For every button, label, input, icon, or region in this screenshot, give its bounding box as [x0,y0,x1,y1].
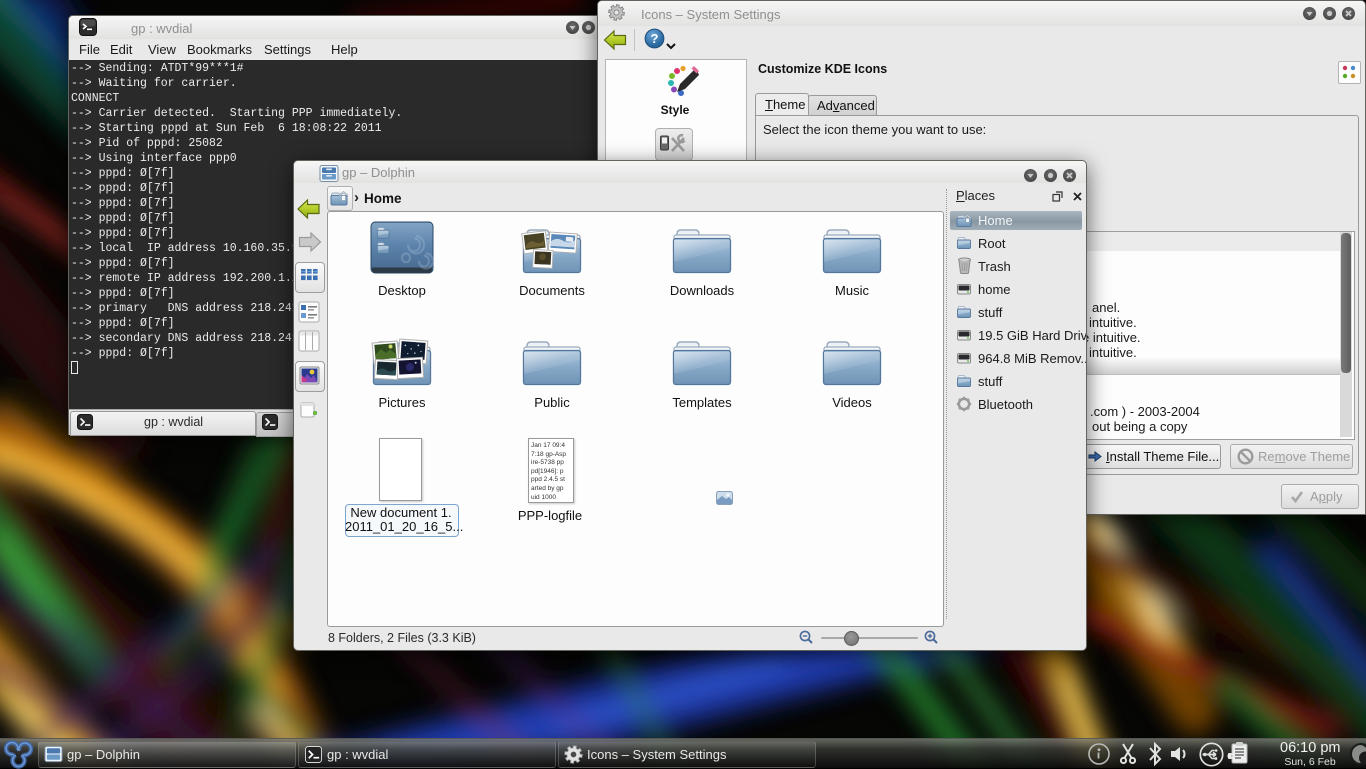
svg-text:?: ? [651,31,659,46]
